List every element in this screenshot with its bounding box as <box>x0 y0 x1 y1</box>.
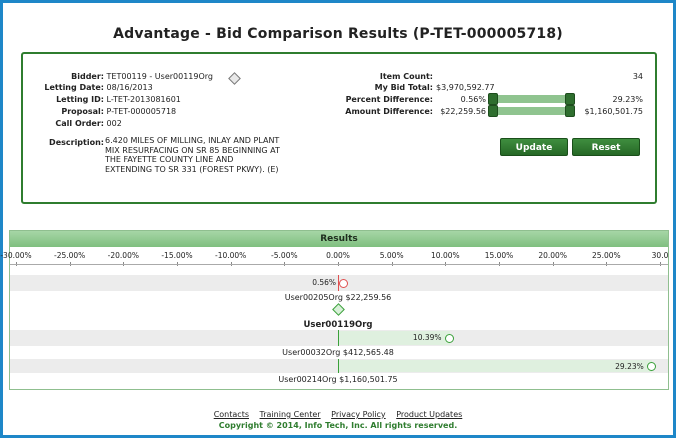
call-order-row: Call Order: 002 <box>27 118 122 129</box>
results-panel: Results -30.00% -25.00% -20.00% -15.00% -10.… <box>0 230 669 390</box>
item-count-label: Item Count: <box>379 72 433 81</box>
footer-links: Contacts Training Center Privacy Policy … <box>0 410 676 419</box>
letting-date-value: 08/16/2013 <box>106 83 153 92</box>
letting-id-value: L-TET-2013081601 <box>106 95 181 104</box>
footer-link-contacts[interactable]: Contacts <box>214 410 249 419</box>
bidder-result-label: User00119Org <box>303 320 373 330</box>
axis-tick-label: 30.0 <box>651 251 669 260</box>
update-button[interactable]: Update <box>500 138 568 156</box>
axis-tick-label: 20.00% <box>538 251 567 260</box>
item-count-value: 34 <box>632 72 643 81</box>
axis-tick-label: 0.00% <box>326 251 350 260</box>
bidder-result-label: User00032Org $412,565.48 <box>282 348 394 357</box>
bidder-result-label: User00205Org $22,259.56 <box>284 293 392 302</box>
bidder-value: TET00119 - User00119Org <box>106 72 214 81</box>
percent-diff-label: Percent Difference: <box>345 95 433 104</box>
percent-diff-min: 0.56% <box>460 95 486 104</box>
axis-line <box>10 264 668 265</box>
percent-diff-min-handle[interactable] <box>488 93 498 105</box>
bid-info-panel: Bidder: TET00119 - User00119Org Letting … <box>21 52 657 204</box>
description-label: Description: <box>49 138 104 147</box>
my-bid-total-value: $3,970,592.77 <box>436 83 495 92</box>
letting-id-label: Letting ID: <box>56 95 104 104</box>
result-marker[interactable] <box>444 333 454 343</box>
proposal-row: Proposal: P-TET-000005718 <box>27 106 176 117</box>
result-pct-label: 29.23% <box>615 362 644 371</box>
axis-tick-label: 10.00% <box>431 251 460 260</box>
bidder-diamond-icon <box>228 72 241 85</box>
own-bid-diamond-icon[interactable] <box>332 303 345 316</box>
my-bid-total-label-wrap: My Bid Total: <box>303 82 433 93</box>
footer-link-privacy-policy[interactable]: Privacy Policy <box>331 410 386 419</box>
footer-link-product-updates[interactable]: Product Updates <box>396 410 462 419</box>
proposal-value: P-TET-000005718 <box>106 107 177 116</box>
axis-tick-label: 25.00% <box>592 251 621 260</box>
axis-tick-label: -15.00% <box>161 251 193 260</box>
page-title: Advantage - Bid Comparison Results (P-TE… <box>113 26 563 42</box>
percent-diff-label-wrap: Percent Difference: <box>303 94 433 105</box>
axis-tick-label: -25.00% <box>54 251 86 260</box>
description-value: 6.420 MILES OF MILLING, INLAY AND PLANT … <box>105 136 280 174</box>
bidder-label: Bidder: <box>71 72 104 81</box>
bidder-result-label: User00214Org $1,160,501.75 <box>278 375 398 384</box>
axis-tick-label: -20.00% <box>107 251 139 260</box>
letting-id-row: Letting ID: L-TET-2013081601 <box>27 94 181 105</box>
copyright: Copyright © 2014, Info Tech, Inc. All ri… <box>218 421 458 430</box>
result-bar <box>338 360 652 372</box>
percent-diff-slider[interactable] <box>488 93 575 105</box>
axis-tick-label: 5.00% <box>379 251 404 260</box>
result-pct-label: 10.39% <box>412 333 442 342</box>
result-zero-stem <box>338 330 339 346</box>
result-zero-stem <box>338 359 339 373</box>
amount-diff-label-wrap: Amount Difference: <box>303 106 433 117</box>
result-pct-label: 0.56% <box>312 278 337 287</box>
amount-diff-label: Amount Difference: <box>345 107 433 116</box>
axis-tick-label: -30.00% <box>0 251 32 260</box>
amount-diff-min: $22,259.56 <box>440 107 486 116</box>
reset-button[interactable]: Reset <box>572 138 640 156</box>
proposal-label: Proposal: <box>61 107 104 116</box>
amount-diff-slider[interactable] <box>488 105 575 117</box>
call-order-value: 002 <box>106 119 122 128</box>
axis-tick-label: -5.00% <box>271 251 298 260</box>
results-header: Results <box>10 231 668 247</box>
result-marker[interactable] <box>339 278 348 288</box>
axis-tick-label: 15.00% <box>484 251 514 260</box>
call-order-label: Call Order: <box>55 119 104 128</box>
amount-diff-max-handle[interactable] <box>565 105 575 117</box>
axis-tick-label: -10.00% <box>215 251 247 260</box>
description-label-row: Description: <box>27 137 104 148</box>
letting-date-label: Letting Date: <box>44 83 104 92</box>
my-bid-total-label: My Bid Total: <box>374 83 433 92</box>
amount-diff-max: $1,160,501.75 <box>584 107 643 116</box>
footer-link-training-center[interactable]: Training Center <box>260 410 321 419</box>
percent-diff-max: 29.23% <box>612 95 643 104</box>
item-count-label-wrap: Item Count: <box>303 71 433 82</box>
bidder-row: Bidder: TET00119 - User00119Org <box>27 71 213 82</box>
result-marker[interactable] <box>646 361 656 371</box>
letting-date-row: Letting Date: 08/16/2013 <box>27 82 153 93</box>
amount-diff-min-handle[interactable] <box>488 105 498 117</box>
percent-diff-max-handle[interactable] <box>565 93 575 105</box>
